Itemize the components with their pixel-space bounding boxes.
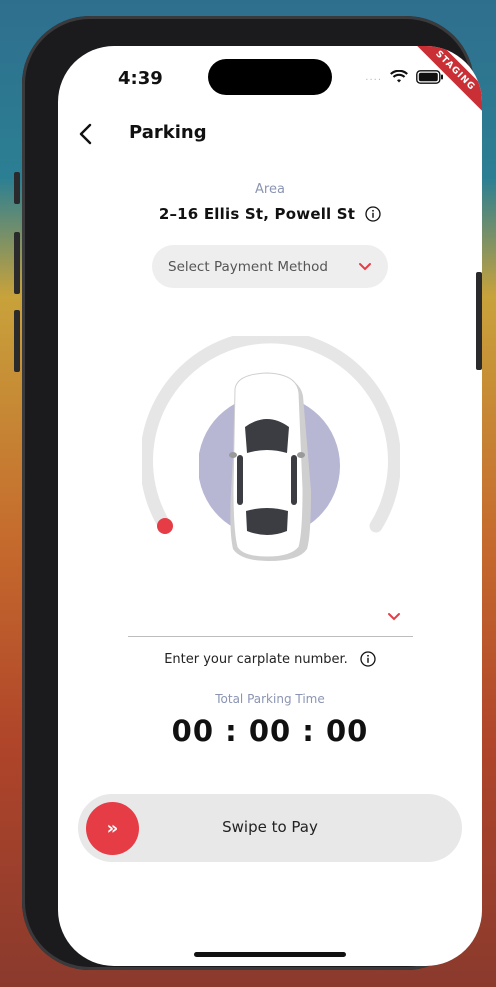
payment-method-label: Select Payment Method: [168, 258, 328, 275]
app-screen: 4:39 .... STAGING Parking Area 2–16 Elli…: [58, 46, 482, 966]
parking-timer: 00 : 00 : 00: [171, 714, 369, 748]
address-row: 2–16 Ellis St, Powell St: [58, 205, 482, 223]
status-icons: ....: [365, 70, 444, 84]
back-chevron-icon[interactable]: [76, 122, 98, 146]
battery-icon: [416, 70, 443, 84]
total-parking-time-label: Total Parking Time: [215, 692, 325, 706]
status-time: 4:39: [118, 68, 163, 89]
chevron-down-icon[interactable]: [387, 612, 401, 622]
gauge-handle: [157, 518, 173, 534]
phone-side-button: [14, 172, 20, 204]
signal-dots: ....: [365, 71, 382, 83]
wifi-icon: [390, 70, 408, 83]
dynamic-island: [208, 59, 332, 95]
car-illustration: [199, 372, 340, 561]
payment-method-select[interactable]: Select Payment Method: [152, 245, 388, 288]
area-label: Area: [255, 182, 285, 197]
swipe-to-pay-label: Swipe to Pay: [222, 818, 318, 836]
area-address: 2–16 Ellis St, Powell St: [158, 205, 356, 223]
home-indicator[interactable]: [194, 952, 346, 957]
chevron-down-icon: [359, 262, 371, 270]
carplate-hint-row: Enter your carplate number.: [58, 651, 482, 667]
info-icon[interactable]: [360, 651, 376, 667]
page-title: Parking: [129, 122, 207, 143]
phone-side-button: [14, 232, 20, 294]
phone-side-button: [476, 272, 482, 370]
info-icon[interactable]: [365, 206, 381, 222]
carplate-hint: Enter your carplate number.: [164, 651, 348, 667]
phone-frame: 4:39 .... STAGING Parking Area 2–16 Elli…: [22, 16, 482, 970]
phone-side-button: [14, 310, 20, 372]
carplate-input[interactable]: [128, 606, 413, 637]
swipe-to-pay-slider[interactable]: » Swipe to Pay: [78, 794, 462, 862]
